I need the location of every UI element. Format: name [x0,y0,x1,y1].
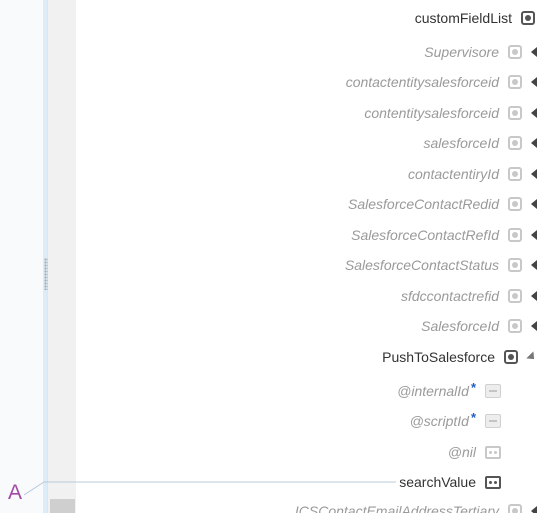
complex-node-icon [508,228,522,242]
tree-node-field[interactable]: salesforceId [424,128,537,158]
node-label: @internalId [397,383,469,399]
complex-node-icon [504,350,518,364]
source-marker-a[interactable]: A [8,481,22,505]
complex-node-icon [508,167,522,181]
complex-node-icon [508,258,522,272]
complex-node-icon [508,75,522,89]
collapse-arrow-icon[interactable] [531,138,537,148]
complex-node-icon [508,319,522,333]
tree-attribute-nil[interactable]: @nil [448,437,501,467]
expand-arrow-icon[interactable] [526,351,537,363]
complex-node-icon [508,197,522,211]
collapse-arrow-icon[interactable] [531,260,537,270]
node-label: sfdccontactrefid [400,288,499,304]
mapper-canvas: A customFieldList Supervisore contactent… [0,0,537,513]
tree-attribute-internalid[interactable]: @internalId * [397,376,501,406]
resize-handle[interactable] [44,258,48,290]
node-label: SalesforceContactStatus [344,257,499,273]
tree-attribute-scriptid[interactable]: @scriptId * [410,406,501,436]
node-label: salesforceId [423,135,499,151]
required-marker: * [470,409,476,425]
complex-node-icon [508,289,522,303]
node-label: SalesforceId [421,318,499,334]
tree-node-field[interactable]: SalesforceContactRefId [351,220,537,250]
complex-node-icon [508,106,522,120]
tree-node-searchvalue[interactable]: searchValue [399,467,501,497]
collapse-arrow-icon[interactable] [531,291,537,301]
node-label: @nil [447,444,476,460]
node-label: contactentitysalesforceid [345,74,499,90]
tree-node-field[interactable]: sfdccontactrefid [401,281,537,311]
node-label: ICSContactEmailAddressTertiary [294,503,499,513]
collapse-arrow-icon[interactable] [531,77,537,87]
tree-node-field[interactable]: SalesforceContactStatus [345,250,537,280]
node-label: contactentiryId [407,166,499,182]
tree-node-customfieldlist[interactable]: customFieldList [415,3,535,33]
tree-node-field[interactable]: contentitysalesforceid [364,98,537,128]
node-label: PushToSalesforce [382,349,495,365]
collapse-arrow-icon[interactable] [531,169,537,179]
tree-node-field[interactable]: ICSContactEmailAddressTertiary [295,496,537,513]
complex-node-icon [508,45,522,59]
complex-node-icon [508,136,522,150]
node-label: customFieldList [414,10,512,26]
collapse-arrow-icon[interactable] [531,47,537,57]
record-type-icon [485,445,501,459]
collapse-arrow-icon[interactable] [531,321,537,331]
tree-node-field[interactable]: contactentitysalesforceid [346,67,537,97]
node-label: SalesforceContactRedid [348,196,499,212]
complex-node-icon [508,504,522,513]
record-type-icon [485,475,501,489]
tree-node-field[interactable]: SalesforceContactRedid [348,189,537,219]
node-label: SalesforceContactRefId [351,227,499,243]
tree-node-pushtosalesforce[interactable]: PushToSalesforce [382,342,537,372]
node-label: contentitysalesforceid [364,105,499,121]
node-label: Supervisore [424,44,499,60]
gutter-scroll-thumb[interactable] [50,499,75,513]
collapse-arrow-icon[interactable] [531,199,537,209]
tree-node-field[interactable]: contactentiryId [408,159,537,189]
text-type-icon [485,414,501,428]
node-label: @scriptId [409,413,469,429]
required-marker: * [470,379,476,395]
mapping-gutter [47,0,76,513]
text-type-icon [485,384,501,398]
node-label: searchValue [399,474,476,490]
tree-node-field[interactable]: Supervisore [424,37,537,67]
collapse-arrow-icon[interactable] [531,108,537,118]
collapse-arrow-icon[interactable] [531,230,537,240]
complex-node-icon [521,11,535,25]
collapse-arrow-icon[interactable] [531,506,537,513]
source-panel [0,0,44,513]
tree-node-field[interactable]: SalesforceId [421,311,537,341]
